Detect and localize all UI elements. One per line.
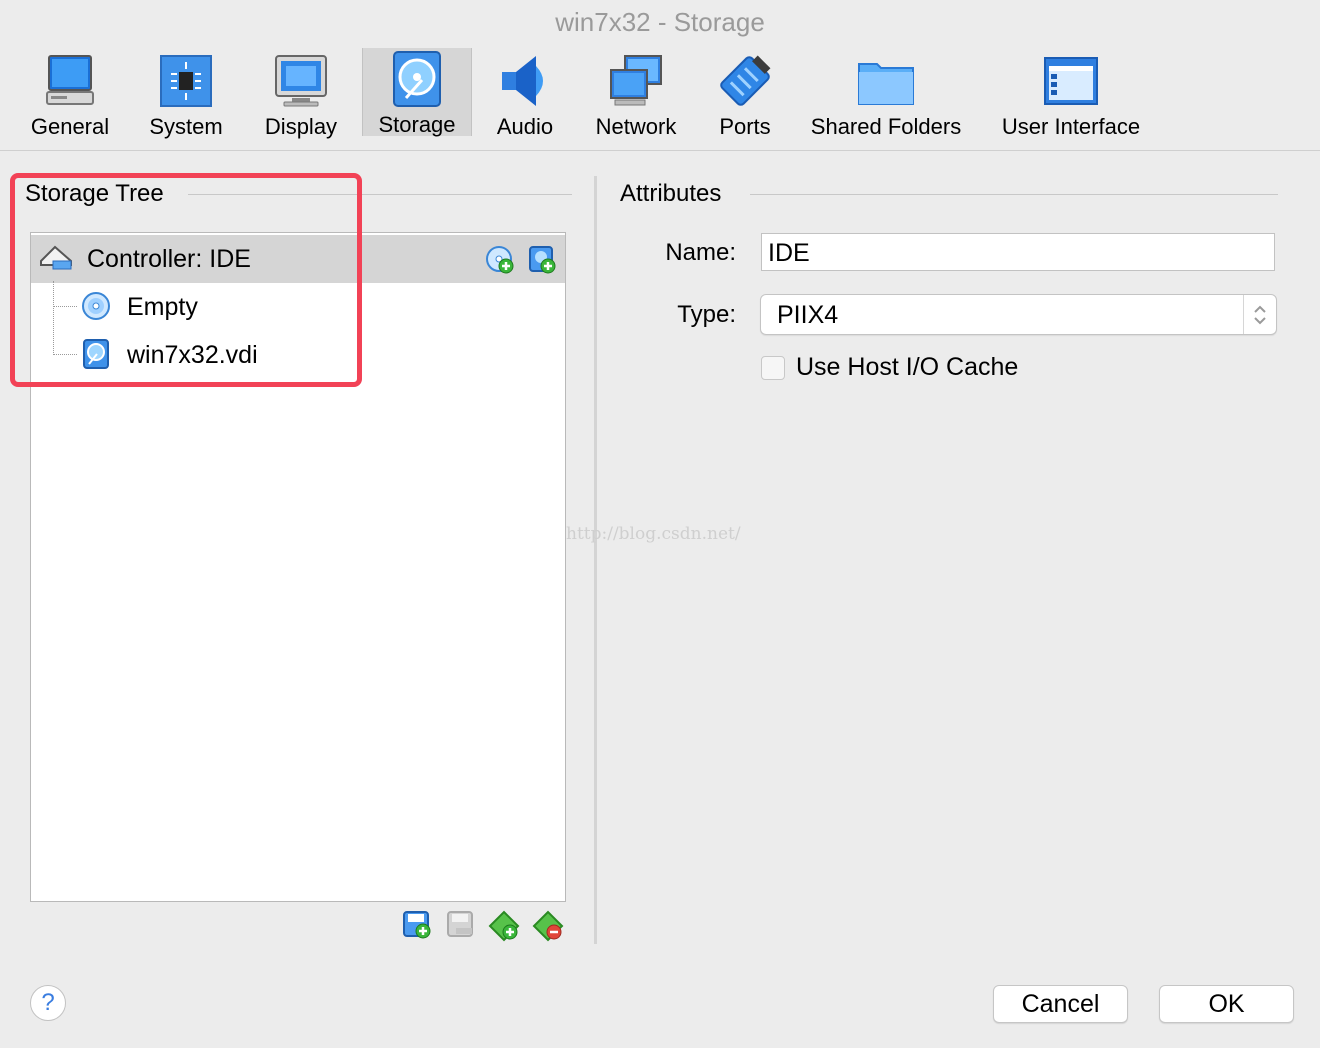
- ide-controller-icon: [40, 245, 72, 270]
- toolbar-audio[interactable]: Audio: [486, 50, 564, 142]
- system-icon: [160, 55, 212, 107]
- attributes-title: Attributes: [620, 180, 722, 207]
- toolbar-audio-label: Audio: [496, 114, 554, 139]
- storage-tree-title: Storage Tree: [25, 180, 164, 207]
- shared-folders-icon: [858, 63, 914, 105]
- network-icon: [610, 55, 662, 106]
- toolbar-shared-folders-label: Shared Folders: [810, 114, 962, 139]
- window-title: win7x32 - Storage: [555, 7, 765, 37]
- toolbar-system-label: System: [149, 114, 223, 139]
- type-label: Type:: [677, 301, 736, 328]
- attributes-divider: [750, 194, 1278, 195]
- toolbar-display[interactable]: Display: [256, 50, 346, 142]
- toolbar-storage-label: Storage: [378, 112, 456, 137]
- watermark: http://blog.csdn.net/: [566, 524, 741, 544]
- ok-button[interactable]: OK: [1159, 985, 1294, 1023]
- ports-icon: [720, 55, 771, 106]
- tree-item-vdi[interactable]: win7x32.vdi: [31, 331, 565, 379]
- add-attachment-icon[interactable]: [488, 910, 520, 942]
- general-icon: [46, 55, 94, 105]
- user-interface-icon: [1044, 57, 1098, 105]
- type-select[interactable]: PIIX4: [760, 294, 1277, 335]
- toolbar-network[interactable]: Network: [588, 50, 684, 142]
- add-controller-icon[interactable]: [402, 910, 432, 940]
- help-button[interactable]: ?: [30, 985, 66, 1021]
- name-label: Name:: [665, 239, 736, 266]
- controller-label: Controller: IDE: [87, 245, 251, 273]
- remove-controller-icon[interactable]: [446, 910, 476, 940]
- tree-item-controller-ide[interactable]: Controller: IDE: [31, 235, 565, 283]
- remove-attachment-icon[interactable]: [532, 910, 564, 942]
- storage-icon: [393, 51, 441, 107]
- tree-item-vdi-label: win7x32.vdi: [127, 341, 258, 369]
- storage-tree-divider: [188, 194, 572, 195]
- toolbar-ports-label: Ports: [719, 114, 771, 139]
- storage-tree[interactable]: Controller: IDE Empty win7x32.vdi: [30, 232, 566, 902]
- type-select-value: PIIX4: [777, 301, 839, 329]
- add-optical-drive-icon[interactable]: [485, 245, 515, 275]
- host-io-cache-checkbox[interactable]: [761, 356, 785, 380]
- hard-disk-icon: [83, 339, 109, 369]
- tree-item-empty-label: Empty: [127, 293, 198, 321]
- cancel-button[interactable]: Cancel: [993, 985, 1128, 1023]
- toolbar-user-interface-label: User Interface: [1001, 114, 1141, 139]
- storage-settings-window: win7x32 - Storage General System Display…: [0, 0, 1320, 1048]
- display-icon: [275, 55, 327, 107]
- tree-item-empty[interactable]: Empty: [31, 283, 565, 331]
- name-field[interactable]: IDE: [761, 233, 1275, 271]
- chevron-updown-icon: [1243, 295, 1266, 334]
- toolbar-user-interface[interactable]: User Interface: [994, 50, 1148, 142]
- toolbar-storage[interactable]: Storage: [362, 48, 472, 137]
- toolbar-display-label: Display: [264, 114, 338, 139]
- toolbar-general-label: General: [30, 114, 110, 139]
- optical-disc-icon: [82, 292, 110, 320]
- toolbar-system[interactable]: System: [140, 50, 232, 142]
- toolbar-ports[interactable]: Ports: [708, 50, 782, 142]
- add-hard-disk-icon[interactable]: [527, 245, 557, 275]
- host-io-cache-label: Use Host I/O Cache: [796, 353, 1019, 381]
- toolbar-general[interactable]: General: [22, 50, 118, 142]
- panel-separator: [594, 176, 597, 944]
- toolbar-shared-folders[interactable]: Shared Folders: [806, 50, 966, 142]
- settings-toolbar: General System Display Storage Audio Net…: [0, 44, 1320, 151]
- audio-icon: [502, 56, 543, 106]
- toolbar-network-label: Network: [595, 114, 677, 139]
